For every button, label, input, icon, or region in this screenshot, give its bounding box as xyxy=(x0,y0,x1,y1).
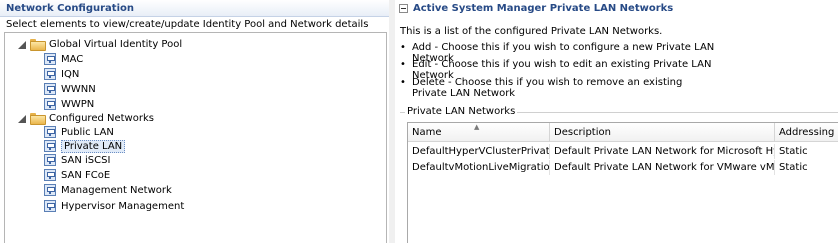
tree-node-configured-networks[interactable]: Configured Networks xyxy=(17,111,154,125)
panel-instructions: Select elements to view/create/update Id… xyxy=(6,19,369,30)
column-header-addressing[interactable]: Addressing xyxy=(775,123,838,142)
group-label: Private LAN Networks xyxy=(405,106,518,117)
network-configuration-panel: Network Configuration Select elements to… xyxy=(0,0,389,243)
cell-name: DefaultHyperVClusterPrivate xyxy=(408,144,550,159)
tree-item-label: SAN FCoE xyxy=(61,169,111,181)
tree-item-label: IQN xyxy=(61,68,80,80)
tree-item-label: Private LAN xyxy=(61,139,126,153)
private-lan-panel: Active System Manager Private LAN Networ… xyxy=(395,0,838,243)
cell-description: Default Private LAN Network for VMware v… xyxy=(550,160,775,175)
network-icon xyxy=(44,169,56,181)
cell-name: DefaultvMotionLiveMigration xyxy=(408,160,550,175)
tree-item-wwnn[interactable]: WWNN xyxy=(44,82,96,96)
column-header-name[interactable]: ▲ Name xyxy=(408,123,550,142)
column-header-description[interactable]: Description xyxy=(550,123,775,142)
tree-item-label: Public LAN xyxy=(61,126,114,138)
tree-item-san-fcoe[interactable]: SAN FCoE xyxy=(44,168,110,182)
tree-node-label: Configured Networks xyxy=(49,112,154,124)
network-icon xyxy=(44,184,56,196)
panel-title: Network Configuration xyxy=(6,3,134,14)
tree-item-management-network[interactable]: Management Network xyxy=(44,183,172,197)
column-header-label: Name xyxy=(412,127,442,138)
section-title: Active System Manager Private LAN Networ… xyxy=(413,2,674,14)
tree-item-san-iscsi[interactable]: SAN iSCSI xyxy=(44,153,110,167)
folder-icon xyxy=(30,39,46,51)
network-icon xyxy=(44,98,56,110)
tree-item-label: Management Network xyxy=(61,184,172,196)
folder-icon xyxy=(30,113,46,125)
network-icon xyxy=(44,126,56,138)
tree-item-label: SAN iSCSI xyxy=(61,154,111,166)
section-header[interactable]: Active System Manager Private LAN Networ… xyxy=(395,0,838,16)
network-icon xyxy=(44,140,56,152)
tree-node-label: Global Virtual Identity Pool xyxy=(49,38,183,50)
expand-triangle-icon[interactable] xyxy=(17,40,26,49)
tree-item-label: Hypervisor Management xyxy=(61,200,185,212)
tree-item-public-lan[interactable]: Public LAN xyxy=(44,125,114,139)
tree-item-wwpn[interactable]: WWPN xyxy=(44,97,94,111)
table-row[interactable]: DefaultHyperVClusterPrivate Default Priv… xyxy=(408,144,838,159)
table-header: ▲ Name Description Addressing xyxy=(408,123,838,142)
private-lan-table[interactable]: ▲ Name Description Addressing DefaultHyp… xyxy=(407,122,838,243)
network-icon xyxy=(44,200,56,212)
expand-triangle-icon[interactable] xyxy=(17,114,26,123)
tree-item-label: MAC xyxy=(61,53,84,65)
tree-item-label: WWNN xyxy=(61,83,96,95)
network-icon xyxy=(44,154,56,166)
cell-addressing: Static xyxy=(779,162,808,173)
network-icon xyxy=(44,68,56,80)
network-icon xyxy=(44,83,56,95)
table-row[interactable]: DefaultvMotionLiveMigration Default Priv… xyxy=(408,160,838,175)
tree-item-iqn[interactable]: IQN xyxy=(44,67,79,81)
section-description: This is a list of the configured Private… xyxy=(400,26,663,37)
tree-item-hypervisor-management[interactable]: Hypervisor Management xyxy=(44,199,184,213)
column-header-label: Description xyxy=(554,127,611,138)
network-icon xyxy=(44,53,56,65)
cell-description: Default Private LAN Network for Microsof… xyxy=(550,144,775,159)
bullet-delete: • Delete - Choose this if you wish to re… xyxy=(400,77,700,99)
tree-node-identity-pool[interactable]: Global Virtual Identity Pool xyxy=(17,37,182,51)
tree-item-mac[interactable]: MAC xyxy=(44,52,83,66)
collapse-minus-icon[interactable] xyxy=(399,3,408,13)
panel-header: Network Configuration xyxy=(0,0,389,17)
cell-addressing: Static xyxy=(779,146,808,157)
bullet-text: Delete - Choose this if you wish to remo… xyxy=(412,77,683,99)
tree-item-label: WWPN xyxy=(61,98,95,110)
network-tree[interactable]: Global Virtual Identity Pool MAC IQN WWN… xyxy=(4,32,387,243)
bullet-dot: • xyxy=(400,77,406,88)
tree-item-private-lan[interactable]: Private LAN xyxy=(44,139,126,153)
sort-ascending-icon: ▲ xyxy=(474,123,480,131)
column-header-label: Addressing xyxy=(779,127,835,138)
